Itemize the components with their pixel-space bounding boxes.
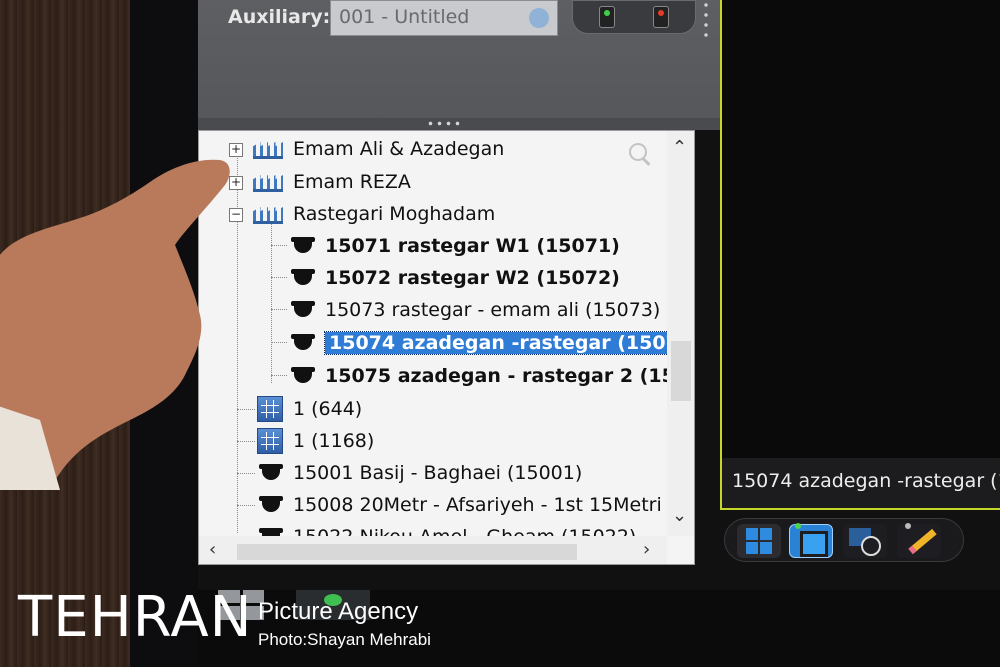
auxiliary-value: 001 - Untitled [339,6,470,28]
layout-grid-icon [257,428,283,454]
vms-screen: Auxiliary: 001 - Untitled + Emam Ali & A… [198,0,1000,590]
tree-line [271,223,272,383]
tree-item-label: 1 (1168) [293,430,375,452]
red-light-icon[interactable] [653,6,669,28]
tree-item-camera[interactable]: 15075 azadegan - rastegar 2 (1507 [289,360,695,392]
panel-grip-icon[interactable] [703,0,709,40]
tree-item-label: 15072 rastegar W2 (15072) [325,267,620,289]
auxiliary-label: Auxiliary: [228,6,331,28]
tree-item-camera[interactable]: 15073 rastegar - emam ali (15073) [289,294,660,326]
scroll-down-icon[interactable]: ⌄ [672,505,687,526]
scrollbar-thumb[interactable] [237,544,577,560]
site-icon [253,139,283,159]
edit-pencil-button[interactable] [897,524,941,558]
tree-line [237,441,255,442]
panel-splitter[interactable] [198,118,720,130]
status-led-icon [795,523,801,529]
camera-icon [289,301,317,319]
splitter-grip-icon [426,121,462,126]
tree-item-layout[interactable]: 1 (1168) [257,425,374,457]
expand-icon[interactable]: + [229,176,243,190]
tree-item-site[interactable]: Emam Ali & Azadegan [253,133,504,165]
playback-clock-button[interactable] [843,524,887,558]
tree-line [271,342,287,343]
tree-item-label: 15071 rastegar W1 (15071) [325,235,620,257]
tree-item-label: 15073 rastegar - emam ali (15073) [325,299,661,321]
camera-icon [289,269,317,287]
scroll-right-icon[interactable]: › [643,539,650,560]
tree-item-label: 15074 azadegan -rastegar (15074 [323,331,694,355]
camera-icon [257,464,285,482]
camera-tree: + Emam Ali & Azadegan + Emam REZA − Rast… [198,130,695,565]
expand-icon[interactable]: + [229,143,243,157]
tree-item-label: Emam Ali & Azadegan [293,138,505,160]
tree-item-camera[interactable]: 15072 rastegar W2 (15072) [289,262,620,294]
watermark-agency: Picture Agency [258,598,419,625]
tree-line [271,277,287,278]
tree-line [237,409,255,410]
video-tile[interactable]: 15074 azadegan -rastegar (1 [720,0,1000,510]
watermark-brand: TEHRAN [18,585,253,650]
tree-item-label: 15075 azadegan - rastegar 2 (1507 [325,365,695,387]
scroll-left-icon[interactable]: ‹ [209,539,216,560]
tree-line [271,309,287,310]
view-toolbar [724,518,964,562]
tree-item-site[interactable]: Rastegari Moghadam [253,198,495,230]
horizontal-scrollbar[interactable]: ‹ › [199,536,667,564]
tree-item-label: Rastegari Moghadam [293,203,496,225]
tree-item-layout[interactable]: 1 (644) [257,393,362,425]
tree-item-camera[interactable]: 15008 20Metr - Afsariyeh - 1st 15Metri ( [257,489,675,521]
camera-icon [289,334,317,352]
fit-view-button[interactable] [789,524,833,558]
tree-item-label: 15008 20Metr - Afsariyeh - 1st 15Metri ( [293,494,676,516]
auxiliary-input[interactable]: 001 - Untitled [330,0,558,36]
tree-line [271,245,287,246]
layout-grid-button[interactable] [737,524,781,558]
site-icon [253,204,283,224]
site-icon [253,172,283,192]
vertical-scrollbar[interactable]: ⌃ ⌄ [667,131,694,536]
camera-icon [289,367,317,385]
scroll-up-icon[interactable]: ⌃ [672,137,687,158]
search-icon[interactable] [629,143,651,165]
auxiliary-output-buttons [572,0,696,34]
video-caption: 15074 azadegan -rastegar (1 [722,458,1000,508]
green-light-icon[interactable] [599,6,615,28]
wood-background [0,0,150,667]
auxiliary-panel: Auxiliary: 001 - Untitled [198,0,720,120]
camera-icon [289,237,317,255]
watermark-photographer: Photo:Shayan Mehrabi [258,630,431,649]
tree-item-camera[interactable]: 15001 Basij - Baghaei (15001) [257,457,582,489]
tree-item-label: Emam REZA [293,171,411,193]
tree-line [237,505,255,506]
scrollbar-thumb[interactable] [671,341,691,401]
info-icon[interactable] [529,8,549,28]
status-led-icon [905,523,911,529]
tree-item-camera[interactable]: 15071 rastegar W1 (15071) [289,230,620,262]
tree-item-camera-selected[interactable]: 15074 azadegan -rastegar (15074 [289,327,694,359]
tree-item-site[interactable]: Emam REZA [253,166,411,198]
collapse-icon[interactable]: − [229,208,243,222]
tree-line [237,473,255,474]
camera-icon [257,496,285,514]
tree-item-label: 1 (644) [293,398,363,420]
tree-line [271,375,287,376]
layout-grid-icon [257,396,283,422]
tree-item-label: 15001 Basij - Baghaei (15001) [293,462,583,484]
